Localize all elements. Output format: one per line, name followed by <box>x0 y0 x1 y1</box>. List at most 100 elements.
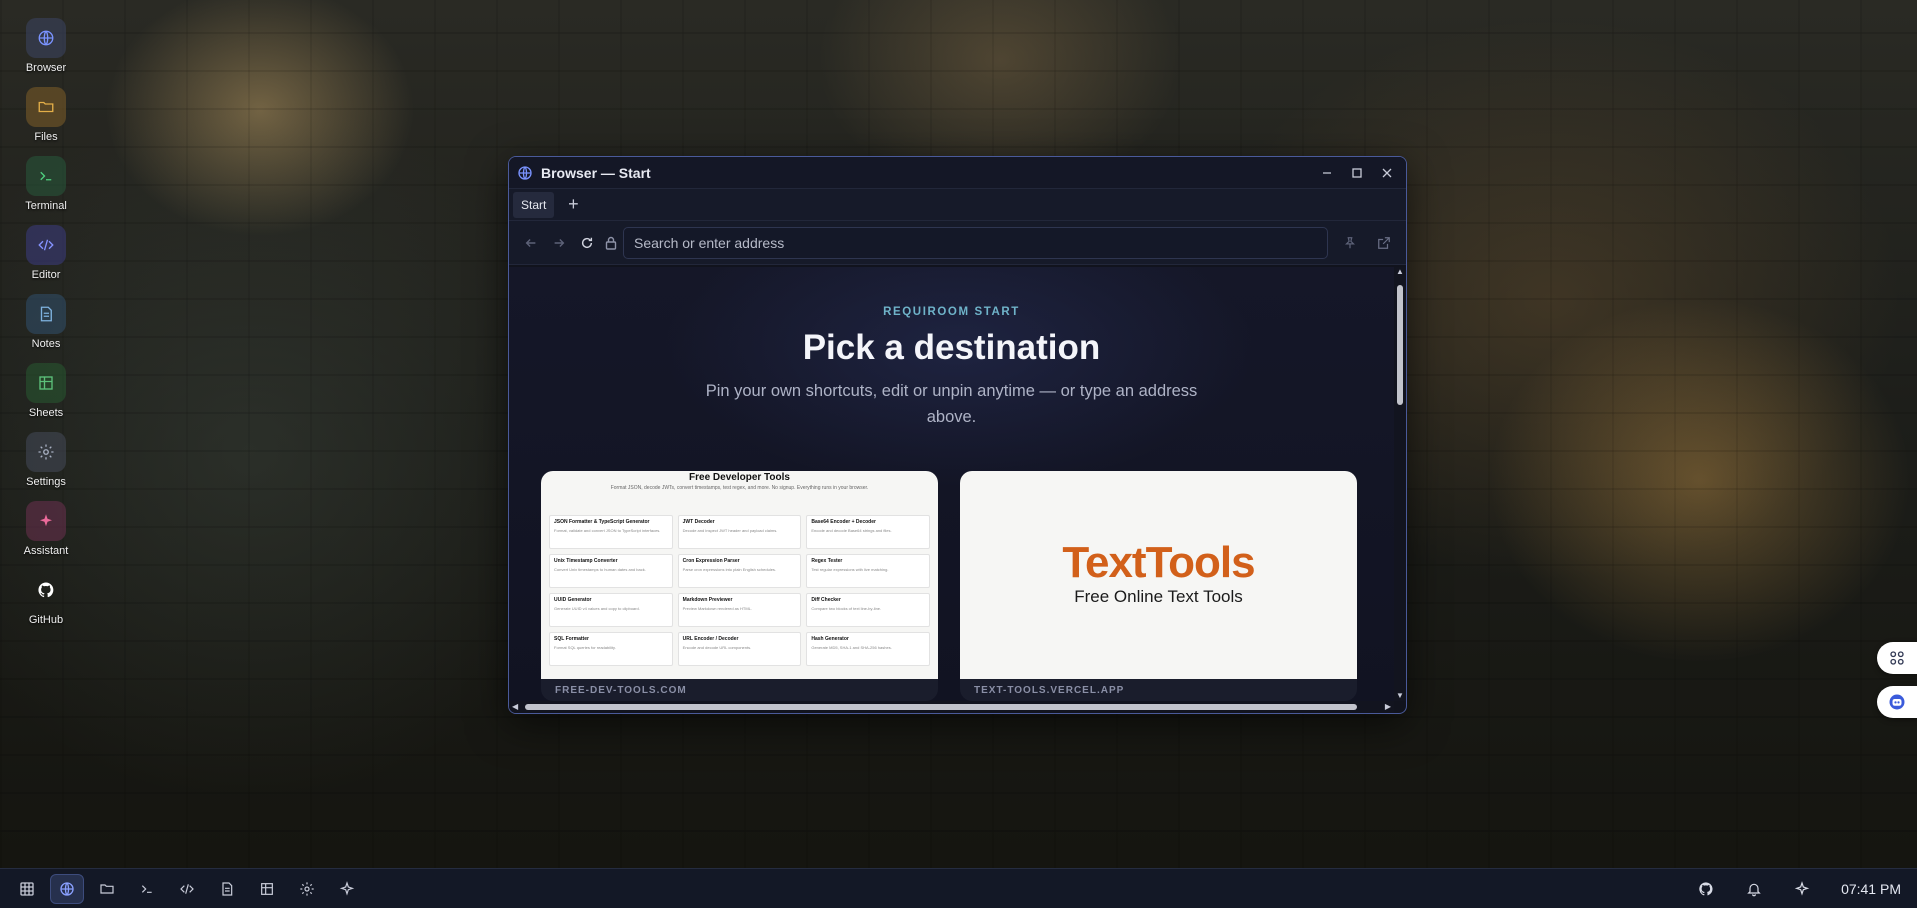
thumbnail-title: Free Developer Tools <box>689 472 790 483</box>
page-eyebrow: REQUIROOM START <box>883 306 1020 318</box>
vertical-scrollbar[interactable]: ▲ ▼ <box>1394 267 1406 701</box>
tool-name: SQL Formatter <box>554 636 589 642</box>
shortcut-card-dev-tools[interactable]: Free Developer Tools Format JSON, decode… <box>541 471 938 701</box>
taskbar-assistant-button[interactable] <box>330 874 364 904</box>
reload-button[interactable] <box>573 229 601 257</box>
maximize-button[interactable] <box>1346 162 1368 184</box>
folder-icon <box>100 883 114 894</box>
card-caption: FREE-DEV-TOOLS.COM <box>555 685 687 696</box>
sparkle-icon <box>339 880 355 896</box>
globe-icon <box>518 165 532 180</box>
taskbar-files-button[interactable] <box>90 874 124 904</box>
minimize-icon <box>1323 171 1331 174</box>
tool-grid-cell: UUID Generator Generate UUID v4 values an… <box>549 593 673 627</box>
tool-description: Compare two blocks of text line-by-line. <box>811 606 882 611</box>
tool-name: Cron Expression Parser <box>682 558 740 564</box>
desktop-icon-label: GitHub <box>28 614 64 626</box>
desktop-icon-terminal[interactable]: Terminal <box>14 156 78 212</box>
tool-grid-cell: SQL Formatter Format SQL queries for read… <box>549 632 673 666</box>
window-titlebar[interactable]: Browser — Start <box>509 157 1406 189</box>
table-icon <box>261 882 273 895</box>
taskbar-editor-button[interactable] <box>170 874 204 904</box>
tool-description: Parse cron expressions into plain Englis… <box>682 567 777 572</box>
maximize-icon <box>1352 167 1362 178</box>
texttools-logo: TextTools <box>1062 538 1255 587</box>
tool-description: Encode and decode URL components. <box>682 645 752 650</box>
taskbar: 07:41 PM <box>0 868 1917 908</box>
tool-grid-cell: Regex Tester Test regular expressions wit… <box>806 554 930 588</box>
minimize-button[interactable] <box>1316 162 1338 184</box>
scroll-up-icon[interactable]: ▲ <box>1394 267 1406 277</box>
tool-description: Test regular expressions with live match… <box>811 567 889 572</box>
desktop-icon-sheets[interactable]: Sheets <box>14 363 78 419</box>
scroll-right-icon[interactable]: ▶ <box>1385 701 1391 713</box>
sparkle-icon <box>1794 880 1810 896</box>
tool-grid-cell: Unix Timestamp Converter Convert Unix tim… <box>549 554 673 588</box>
card-thumbnail: TextTools Free Online Text Tools <box>960 471 1357 679</box>
browser-toolbar <box>509 221 1406 265</box>
tool-name: JWT Decoder <box>682 519 715 525</box>
desktop-icon-notes[interactable]: Notes <box>14 294 78 350</box>
shortcut-card-text-tools[interactable]: TextTools Free Online Text Tools TEXT-TO… <box>960 471 1357 701</box>
desktop-icon-files[interactable]: Files <box>14 87 78 143</box>
desktop-icon-settings[interactable]: Settings <box>14 432 78 488</box>
tool-description: Convert Unix timestamps to human dates a… <box>554 567 646 572</box>
tab-start[interactable]: Start <box>513 191 555 218</box>
desktop-icon-browser[interactable]: Browser <box>14 18 78 74</box>
pin-button[interactable] <box>1336 229 1364 257</box>
desktop-icon-assistant[interactable]: Assistant <box>14 501 78 557</box>
taskbar-sheets-button[interactable] <box>250 874 284 904</box>
taskbar-notes-button[interactable] <box>210 874 244 904</box>
tool-grid-cell: Cron Expression Parser Parse cron express… <box>677 554 802 588</box>
tool-name: UUID Generator <box>554 597 592 603</box>
horizontal-scrollbar[interactable]: ◀ ▶ <box>509 701 1394 713</box>
tool-name: JSON Formatter & TypeScript Generator <box>554 519 650 525</box>
document-icon <box>26 294 66 334</box>
close-button[interactable] <box>1376 162 1398 184</box>
assistant-bot-button[interactable] <box>1877 686 1917 718</box>
tool-description: Format SQL queries for readability. <box>554 645 616 650</box>
tool-name: Hash Generator <box>811 636 849 642</box>
forward-button[interactable] <box>545 229 573 257</box>
terminal-icon <box>26 156 66 196</box>
texttools-tagline: Free Online Text Tools <box>1074 587 1243 606</box>
scroll-left-icon[interactable]: ◀ <box>512 701 518 713</box>
new-tab-button[interactable]: + <box>562 194 584 215</box>
tool-grid-cell: Base64 Encoder + Decoder Encode and decod… <box>806 515 930 549</box>
tool-grid-cell: Markdown Previewer Preview Markdown rende… <box>677 593 802 627</box>
gear-icon <box>300 881 314 896</box>
tool-grid-cell: JSON Formatter & TypeScript Generator For… <box>549 515 673 549</box>
back-button[interactable] <box>517 229 545 257</box>
code-icon <box>26 225 66 265</box>
window-title: Browser — Start <box>541 164 651 181</box>
tool-grid: JSON Formatter & TypeScript Generator For… <box>549 515 930 666</box>
browser-window: Browser — Start Start + Search or enter … <box>508 156 1407 714</box>
tab-bar: Start + <box>509 189 1406 221</box>
assistant-tray-button[interactable] <box>1785 874 1819 904</box>
desktop-icon-github[interactable]: GitHub <box>14 570 78 626</box>
taskbar-terminal-button[interactable] <box>130 874 164 904</box>
address-input[interactable] <box>623 226 1328 259</box>
desktop-icon-label: Terminal <box>25 200 67 212</box>
taskbar-github-button[interactable] <box>1689 874 1723 904</box>
sparkle-icon <box>26 501 66 541</box>
pin-icon <box>1345 236 1355 248</box>
widgets-icon <box>1890 651 1904 665</box>
desktop-icon-editor[interactable]: Editor <box>14 225 78 281</box>
close-icon <box>1382 168 1392 177</box>
desktop-icon-label: Sheets <box>28 407 64 419</box>
open-external-button[interactable] <box>1370 229 1398 257</box>
widgets-button[interactable] <box>1877 642 1917 674</box>
tool-description: Preview Markdown rendered as HTML. <box>682 606 753 611</box>
vertical-scroll-thumb[interactable] <box>1397 285 1403 405</box>
tool-name: Base64 Encoder + Decoder <box>811 519 876 525</box>
folder-icon <box>26 87 66 127</box>
taskbar-browser-button[interactable] <box>50 873 84 904</box>
taskbar-apps-button[interactable] <box>10 874 44 904</box>
desktop-icon-label: Settings <box>26 476 66 488</box>
desktop-icon-label: Files <box>34 131 58 143</box>
taskbar-settings-button[interactable] <box>290 874 324 904</box>
scroll-down-icon[interactable]: ▼ <box>1394 691 1406 701</box>
horizontal-scroll-thumb[interactable] <box>525 704 1357 710</box>
notifications-button[interactable] <box>1737 874 1771 904</box>
